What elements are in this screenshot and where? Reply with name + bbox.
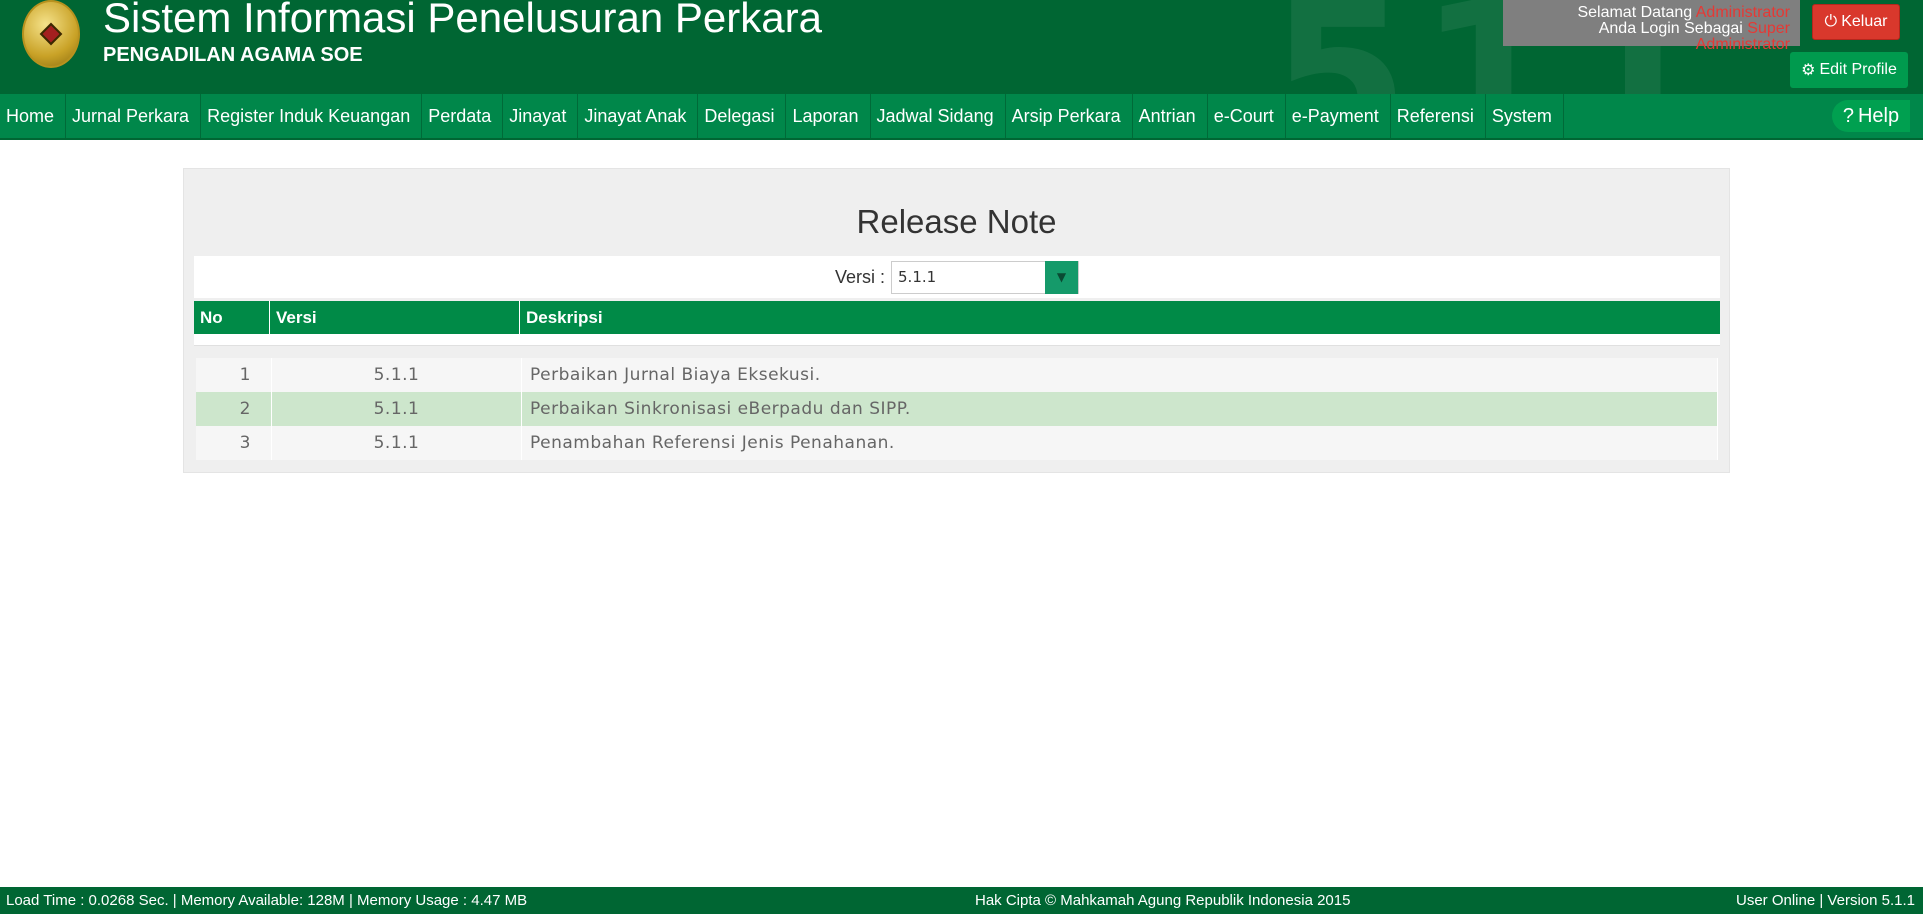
- cell-deskripsi: Penambahan Referensi Jenis Penahanan.: [522, 426, 1718, 460]
- chevron-down-icon[interactable]: ▼: [1045, 260, 1079, 294]
- court-logo: [22, 0, 80, 68]
- question-circle-icon: ?: [1842, 104, 1854, 127]
- nav-jinayat-anak[interactable]: Jinayat Anak: [578, 94, 699, 138]
- cell-versi: 5.1.1: [272, 392, 522, 426]
- table-row: 1 5.1.1 Perbaikan Jurnal Biaya Eksekusi.: [196, 358, 1718, 392]
- version-filter: Versi : 5.1.1 ▼: [194, 256, 1720, 298]
- nav-antrian[interactable]: Antrian: [1133, 94, 1208, 138]
- table-row: 2 5.1.1 Perbaikan Sinkronisasi eBerpadu …: [196, 392, 1718, 426]
- app-title: Sistem Informasi Penelusuran Perkara: [103, 0, 822, 41]
- nav-jurnal-perkara[interactable]: Jurnal Perkara: [66, 94, 202, 138]
- footer-version-info: User Online | Version 5.1.1: [1736, 892, 1915, 909]
- welcome-line: Selamat Datang Administrator: [1503, 5, 1790, 21]
- logout-label: Keluar: [1841, 13, 1888, 30]
- edit-profile-button[interactable]: ⚙ Edit Profile: [1790, 52, 1908, 88]
- welcome-box: Selamat Datang Administrator Anda Login …: [1503, 0, 1800, 53]
- power-icon: ⏻: [1824, 13, 1838, 30]
- edit-profile-label: Edit Profile: [1819, 61, 1897, 78]
- nav-referensi[interactable]: Referensi: [1391, 94, 1486, 138]
- welcome-user: Administrator: [1695, 4, 1790, 21]
- table-header-spacer: [194, 334, 1720, 346]
- table-header: No Versi Deskripsi: [194, 301, 1720, 334]
- login-line: Anda Login Sebagai Super Administrator: [1503, 21, 1790, 53]
- nav-delegasi[interactable]: Delegasi: [698, 94, 787, 138]
- nav-perdata[interactable]: Perdata: [422, 94, 504, 138]
- nav-e-payment[interactable]: e-Payment: [1286, 94, 1391, 138]
- cell-no: 3: [196, 426, 272, 460]
- column-header-no: No: [194, 301, 270, 334]
- nav-register-induk-keuangan[interactable]: Register Induk Keuangan: [201, 94, 423, 138]
- table-row: 3 5.1.1 Penambahan Referensi Jenis Penah…: [196, 426, 1718, 460]
- gear-icon: ⚙: [1801, 62, 1816, 79]
- nav-jadwal-sidang[interactable]: Jadwal Sidang: [871, 94, 1006, 138]
- footer: Load Time : 0.0268 Sec. | Memory Availab…: [0, 887, 1923, 914]
- nav-home[interactable]: Home: [0, 94, 67, 138]
- cell-no: 1: [196, 358, 272, 392]
- version-label: Versi :: [834, 266, 886, 287]
- welcome-prefix: Selamat Datang: [1577, 4, 1693, 21]
- cell-deskripsi: Perbaikan Jurnal Biaya Eksekusi.: [522, 358, 1718, 392]
- release-note-panel: Release Note Versi : 5.1.1 ▼ No Versi De…: [183, 168, 1730, 473]
- help-button[interactable]: ? Help: [1832, 100, 1910, 132]
- cell-deskripsi: Perbaikan Sinkronisasi eBerpadu dan SIPP…: [522, 392, 1718, 426]
- cell-versi: 5.1.1: [272, 426, 522, 460]
- column-header-versi: Versi: [270, 301, 520, 334]
- version-select[interactable]: 5.1.1 ▼: [891, 260, 1080, 294]
- nav-jinayat[interactable]: Jinayat: [503, 94, 579, 138]
- nav-system[interactable]: System: [1486, 94, 1564, 138]
- nav-e-court[interactable]: e-Court: [1208, 94, 1286, 138]
- nav-arsip-perkara[interactable]: Arsip Perkara: [1006, 94, 1133, 138]
- login-prefix: Anda Login Sebagai: [1598, 20, 1743, 37]
- version-select-value: 5.1.1: [898, 268, 937, 286]
- logout-button[interactable]: ⏻ Keluar: [1812, 4, 1900, 40]
- footer-copyright: Hak Cipta © Mahkamah Agung Republik Indo…: [975, 892, 1351, 909]
- court-name: PENGADILAN AGAMA SOE: [103, 44, 363, 66]
- header: 511 Sistem Informasi Penelusuran Perkara…: [0, 0, 1923, 94]
- column-header-deskripsi: Deskripsi: [526, 307, 603, 327]
- nav-laporan[interactable]: Laporan: [786, 94, 871, 138]
- cell-versi: 5.1.1: [272, 358, 522, 392]
- release-note-table: 1 5.1.1 Perbaikan Jurnal Biaya Eksekusi.…: [196, 358, 1718, 460]
- footer-performance-stats: Load Time : 0.0268 Sec. | Memory Availab…: [6, 892, 528, 909]
- help-label: Help: [1857, 104, 1900, 127]
- cell-no: 2: [196, 392, 272, 426]
- logo-emblem-icon: [39, 22, 63, 46]
- main-nav: Home Jurnal Perkara Register Induk Keuan…: [0, 94, 1923, 140]
- page-title: Release Note: [856, 203, 1057, 240]
